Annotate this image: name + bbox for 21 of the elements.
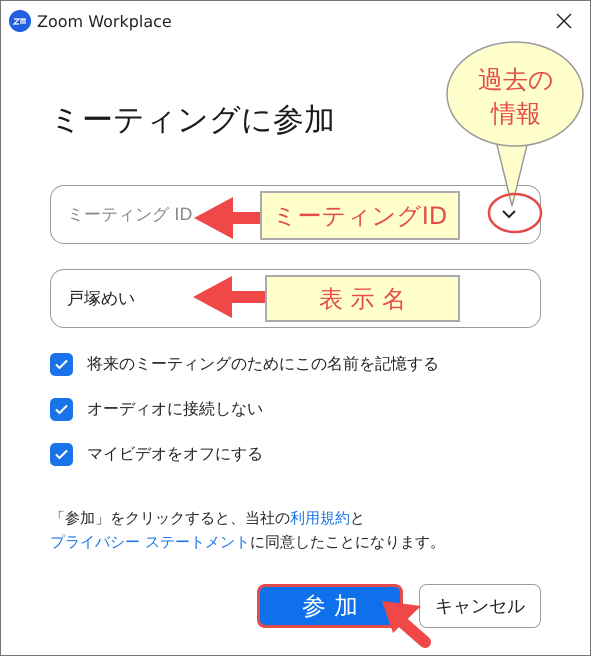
checkbox-label: オーディオに接続しない <box>87 399 263 420</box>
dialog-heading: ミーティングに参加 <box>50 101 335 140</box>
annotation-label: 表 示 名 <box>265 275 460 322</box>
cursor-arrow <box>382 601 431 648</box>
join-button[interactable]: 参 加 <box>257 584 403 628</box>
checkbox[interactable] <box>50 353 73 376</box>
checkbox-label: マイビデオをオフにする <box>87 444 263 465</box>
terms-notice: 「参加」をクリックすると、当社の利用規約 と プライバシー ステートメント に同意したことになります。 <box>50 508 446 553</box>
checkbox[interactable] <box>50 398 73 421</box>
chevron-down-icon[interactable] <box>501 209 517 219</box>
app-logo-icon <box>9 10 31 32</box>
annotation-label: ミーティングID <box>260 191 460 240</box>
callout-text: 過去の 情報 <box>477 64 555 130</box>
cancel-button[interactable]: キャンセル <box>419 584 541 628</box>
checkbox[interactable] <box>50 443 73 466</box>
terms-link[interactable]: プライバシー ステートメント <box>50 533 250 551</box>
terms-link[interactable]: 利用規約 <box>290 509 350 527</box>
close-icon[interactable] <box>556 13 572 29</box>
window-title: Zoom Workplace <box>37 12 173 30</box>
checkbox-label: 将来のミーティングのためにこの名前を記憶する <box>87 354 439 375</box>
highlight-circle <box>488 192 542 234</box>
